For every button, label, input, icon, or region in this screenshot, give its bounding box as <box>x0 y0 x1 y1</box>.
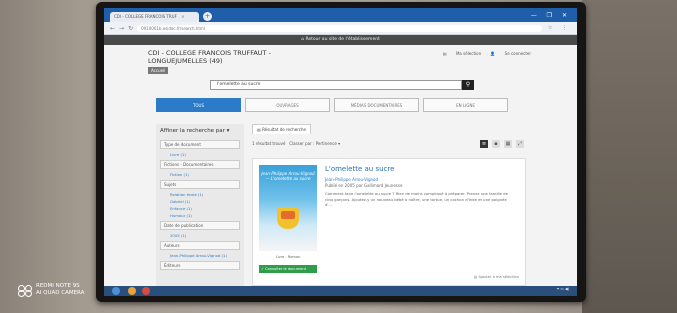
reload-icon[interactable]: ↻ <box>128 25 133 32</box>
facet-type[interactable]: Type de document <box>160 140 240 149</box>
start-button-icon[interactable] <box>112 287 120 295</box>
facet-item[interactable]: Gabriel (1) <box>156 198 244 205</box>
search-icon: ⚲ <box>465 81 471 88</box>
result-count: 1 résultat trouvé <box>252 141 286 146</box>
header-links: ▤ Ma sélection 👤 Se connecter <box>435 51 531 56</box>
explorer-icon[interactable] <box>128 287 136 295</box>
forward-icon[interactable]: → <box>119 25 124 32</box>
watermark-line1: REDMI NOTE 9S <box>36 283 80 289</box>
browser-tabbar: CDI - COLLEGE FRANCOIS TRUF ✕ + — ❐ ✕ <box>104 8 577 22</box>
result-item: Jean-Philippe Arrou-Vignod — L'omelette … <box>252 158 526 286</box>
cover-title: Jean-Philippe Arrou-Vignod — L'omelette … <box>261 171 315 181</box>
search-tabs: TOUS OUVRAGES MÉDIAS DOCUMENTAIRES EN LI… <box>156 98 508 112</box>
availability-button[interactable]: ✓ Consulter le document <box>259 265 317 273</box>
facet-fiction[interactable]: Fictions - Documentaires <box>160 160 240 169</box>
facets-title-text: Affiner la recherche par <box>160 128 225 134</box>
facets-sidebar: Affiner la recherche par ▾ Type de docum… <box>156 124 244 296</box>
result-author[interactable]: Jean-Philippe Arrou-Vignod <box>325 177 378 182</box>
tab-media[interactable]: MÉDIAS DOCUMENTAIRES <box>334 98 419 112</box>
home-label: Accueil <box>151 68 166 73</box>
close-icon[interactable]: ✕ <box>181 14 184 19</box>
back-to-school-link[interactable]: Retour au site de l'établissement <box>305 37 379 42</box>
camera-watermark: REDMI NOTE 9S AI QUAD CAMERA <box>18 283 84 297</box>
login-link[interactable]: 👤 Se connecter <box>490 51 531 56</box>
sort-select[interactable]: Classer par : Pertinence ▾ <box>289 141 340 146</box>
view-switcher: ≡ ▪ ▦ ⤢ <box>480 140 524 148</box>
selection-label: Ma sélection <box>455 51 482 56</box>
facet-item[interactable]: Humour (1) <box>156 212 244 219</box>
doc-type: Livre - Roman <box>275 255 301 259</box>
facet-item[interactable]: Livre (1) <box>156 151 244 158</box>
tab-online[interactable]: EN LIGNE <box>423 98 508 112</box>
list-view-icon[interactable]: ≡ <box>480 140 488 148</box>
window-controls[interactable]: — ❐ ✕ <box>531 12 571 19</box>
facet-item[interactable]: Fiction (1) <box>156 171 244 178</box>
monitor-screen: CDI - COLLEGE FRANCOIS TRUF ✕ + — ❐ ✕ ← … <box>104 8 577 296</box>
compact-view-icon[interactable]: ▪ <box>492 140 500 148</box>
results-tab-label: Résultat de recherche <box>262 127 306 132</box>
page-title: CDI - COLLEGE FRANCOIS TRUFFAUT - LONGUE… <box>148 49 271 65</box>
facets-title: Affiner la recherche par ▾ <box>160 128 230 134</box>
facet-authors[interactable]: Auteurs <box>160 241 240 250</box>
home-button[interactable]: Accueil <box>148 67 169 74</box>
search-bar: l'omelette au sucre ⚲ <box>210 80 474 90</box>
facet-item[interactable]: 2005 (1) <box>156 232 244 239</box>
url-field[interactable]: 0910061b.esidoc.fr/search.html <box>137 24 542 32</box>
system-clock: ⏷ ▭ ◀) <box>556 287 569 291</box>
result-title[interactable]: L'omelette au sucre <box>325 165 394 173</box>
login-label: Se connecter <box>504 51 531 56</box>
results-toolbar: 1 résultat trouvé Classer par : Pertinen… <box>252 138 524 150</box>
expand-icon[interactable]: ⤢ <box>516 140 524 148</box>
tab-all[interactable]: TOUS <box>156 98 241 112</box>
camera-lens-icon <box>18 285 32 297</box>
facet-item[interactable]: Relation école (1) <box>156 191 244 198</box>
window-frame <box>582 0 677 313</box>
tab-title: CDI - COLLEGE FRANCOIS TRUF <box>114 14 177 19</box>
book-cover[interactable]: Jean-Philippe Arrou-Vignod — L'omelette … <box>259 165 317 251</box>
grid-view-icon[interactable]: ▦ <box>504 140 512 148</box>
tab-books[interactable]: OUVRAGES <box>245 98 330 112</box>
result-publication: Publié en 2005 par Gallimard Jeunesse <box>325 183 403 188</box>
facet-subjects[interactable]: Sujets <box>160 180 240 189</box>
new-tab-icon[interactable]: + <box>203 12 212 21</box>
cable-car-illustration <box>277 207 299 229</box>
facet-date[interactable]: Date de publication <box>160 221 240 230</box>
facet-publishers[interactable]: Éditeurs <box>160 261 240 270</box>
chrome-icon[interactable] <box>142 287 150 295</box>
results-tab[interactable]: ▤ Résultat de recherche <box>252 124 311 134</box>
back-to-school-bar[interactable]: ⌂ Retour au site de l'établissement <box>104 35 577 45</box>
star-icon[interactable]: ☆ ⋮ <box>548 25 571 31</box>
search-button[interactable]: ⚲ <box>462 80 474 90</box>
browser-tab[interactable]: CDI - COLLEGE FRANCOIS TRUF ✕ <box>110 12 199 22</box>
windows-taskbar: ⏷ ▭ ◀) <box>104 286 577 296</box>
address-bar: ← → ↻ 0910061b.esidoc.fr/search.html ☆ ⋮ <box>104 22 577 35</box>
add-to-selection-link[interactable]: ▤ Ajouter à ma sélection <box>474 275 519 279</box>
add-to-selection-label: Ajouter à ma sélection <box>478 275 519 279</box>
result-description: Comment faire l'omelette au sucre ? Rien… <box>325 191 508 207</box>
back-icon[interactable]: ← <box>110 25 115 32</box>
facet-item[interactable]: Jean-Philippe Arrou-Vignod (1) <box>156 252 244 259</box>
cable-car-window <box>281 211 295 219</box>
search-input[interactable]: l'omelette au sucre <box>210 80 462 90</box>
selection-link[interactable]: ▤ Ma sélection <box>443 51 481 56</box>
availability-label: Consulter le document <box>265 267 307 271</box>
facet-item[interactable]: Enfance (1) <box>156 205 244 212</box>
watermark-text: REDMI NOTE 9S AI QUAD CAMERA <box>36 283 84 297</box>
watermark-line2: AI QUAD CAMERA <box>36 290 85 296</box>
